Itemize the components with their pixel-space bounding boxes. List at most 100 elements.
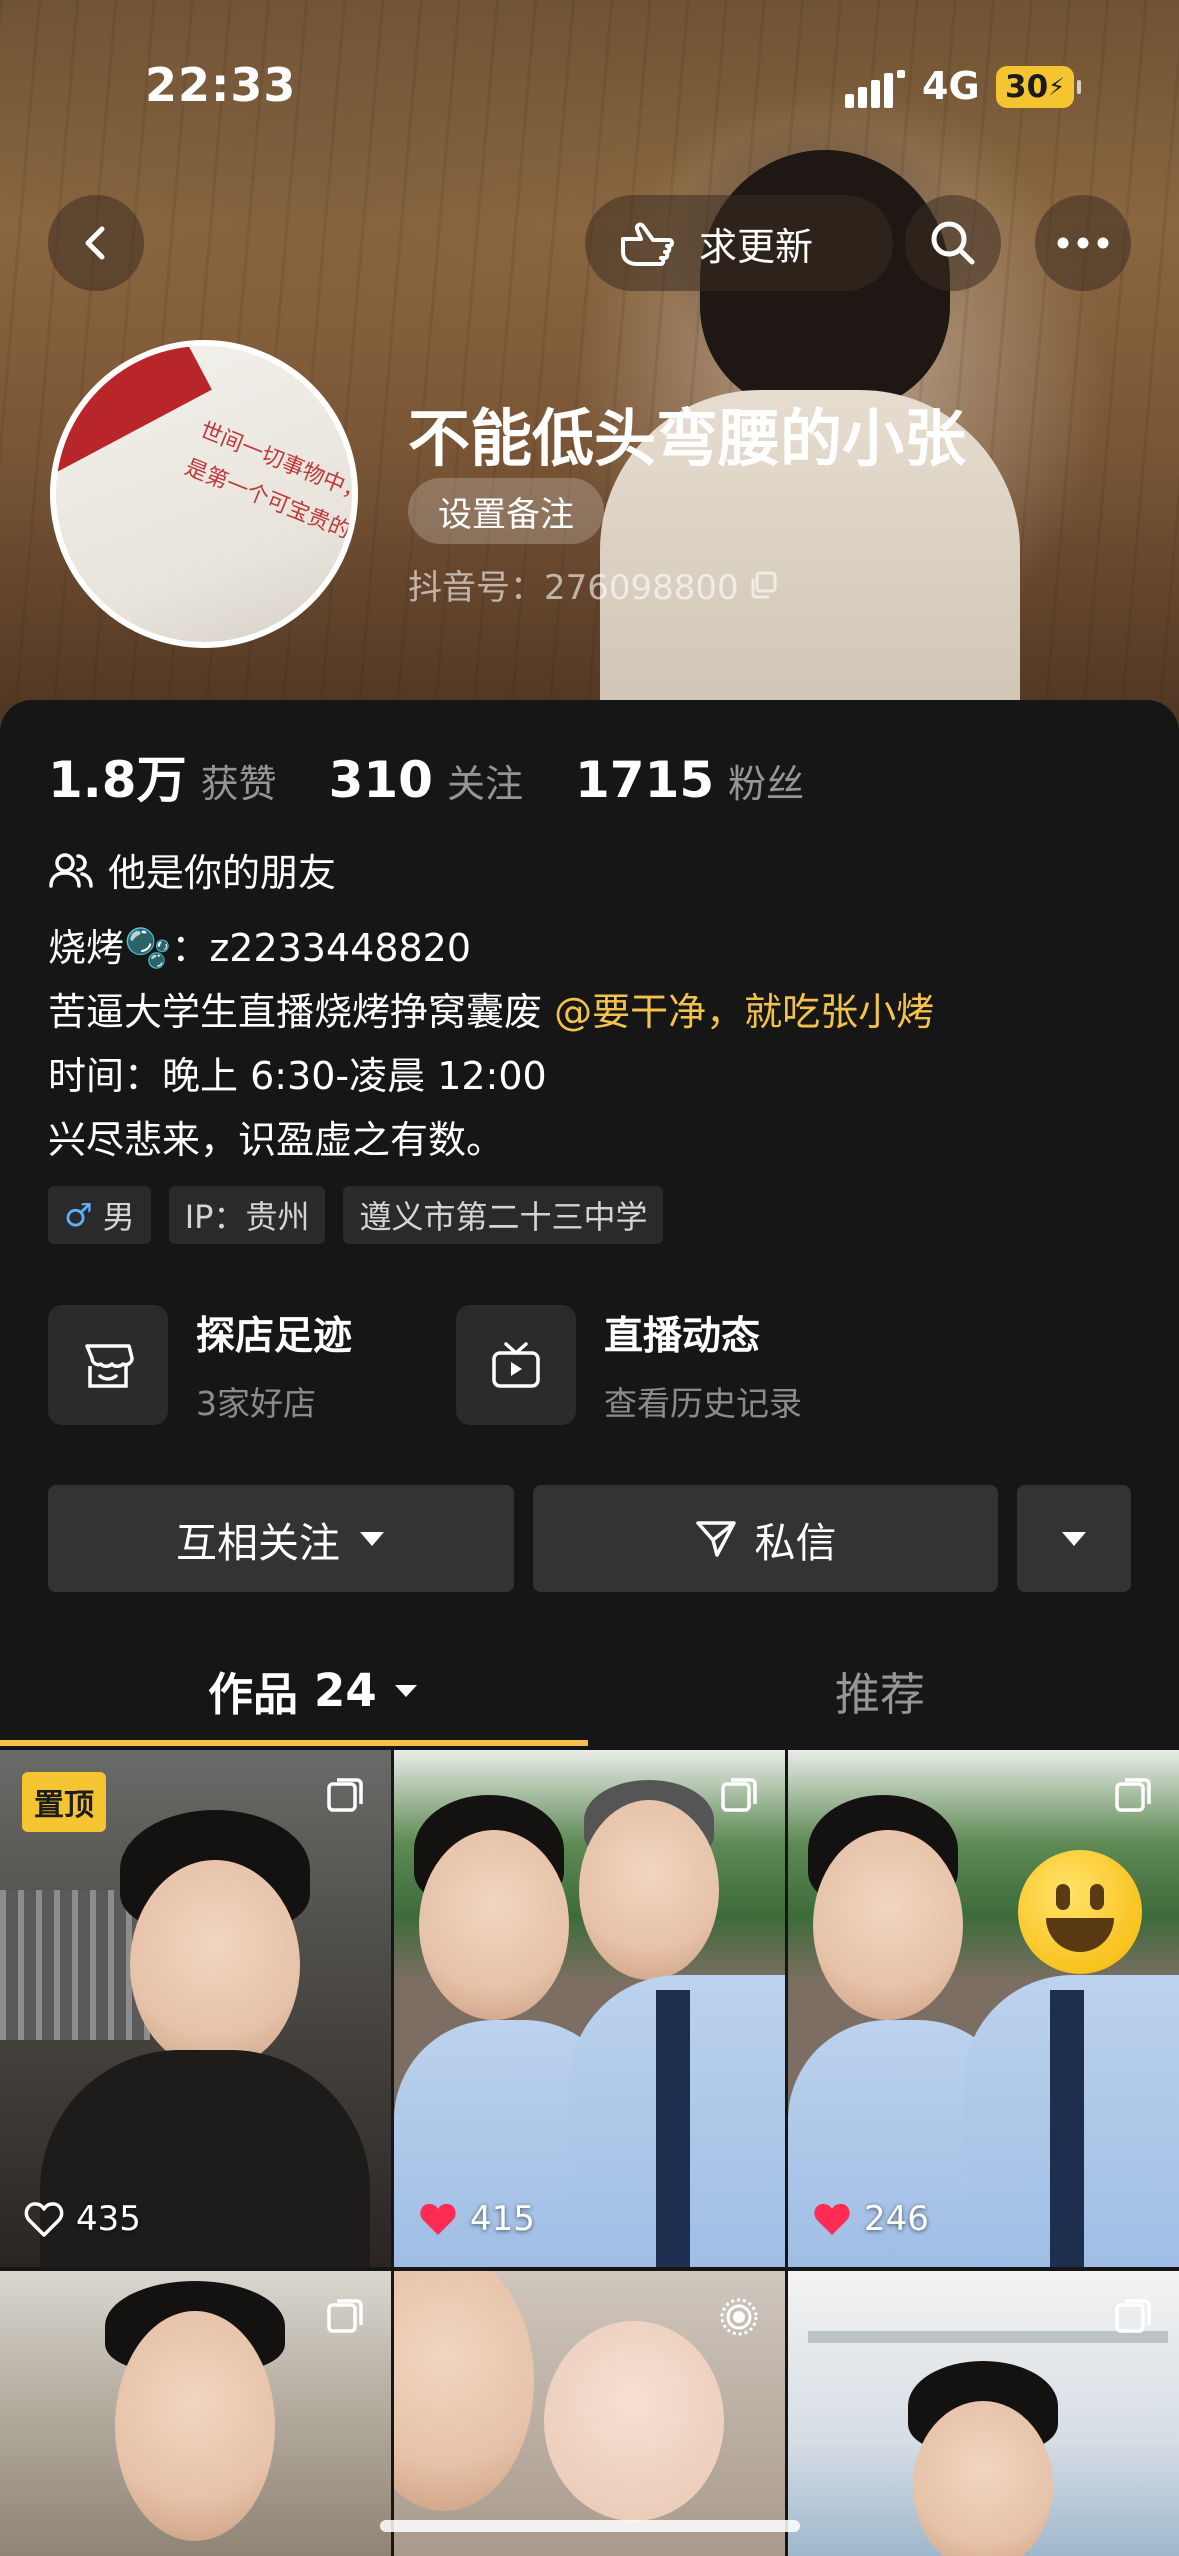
- emoji-eye: [1056, 1884, 1070, 1910]
- multi-image-icon: [721, 1778, 757, 1812]
- video-thumbnail[interactable]: [0, 2271, 391, 2556]
- bio-line: 烧烤🫧：z2233448820: [48, 926, 472, 970]
- thumb-person-face: [579, 1800, 719, 1980]
- multi-image-icon: [327, 1778, 363, 1812]
- friends-icon: [49, 852, 93, 888]
- profile-tags: ♂ 男 IP：贵州 遵义市第二十三中学: [48, 1186, 664, 1244]
- heart-filled-icon: [420, 2203, 456, 2235]
- stats-row: 1.8万 获赞 310 关注 1715 粉丝: [48, 740, 856, 812]
- send-icon: [695, 1520, 736, 1557]
- pinned-badge: 置顶: [22, 1772, 106, 1832]
- ip-tag: IP：贵州: [168, 1186, 326, 1244]
- message-button[interactable]: 私信: [533, 1485, 998, 1592]
- bio-mention-link[interactable]: @要干净，就吃张小烤: [554, 990, 934, 1034]
- gender-tag: ♂ 男: [48, 1186, 151, 1244]
- heart-outline-icon: [24, 2202, 64, 2237]
- video-thumbnail[interactable]: [394, 2271, 785, 2556]
- store-icon: [85, 1344, 134, 1388]
- like-count-text: 415: [470, 2199, 535, 2239]
- stat-followers[interactable]: 1715 粉丝: [575, 751, 804, 809]
- bio: 烧烤🫧：z2233448820 苦逼大学生直播烧烤挣窝囊废 @要干净，就吃张小烤…: [48, 916, 934, 1172]
- bio-text: 苦逼大学生直播烧烤挣窝囊废: [48, 990, 555, 1034]
- quick-link-title: 直播动态: [604, 1314, 761, 1359]
- thumb-tie: [656, 1990, 690, 2267]
- emoji-sticker: [1018, 1850, 1142, 1974]
- emoji-eye: [1090, 1884, 1104, 1910]
- stat-label: 获赞: [200, 762, 277, 806]
- stat-label: 关注: [446, 762, 523, 806]
- bio-line: 兴尽悲来，识盈虚之有数。: [48, 1118, 505, 1162]
- search-icon: [931, 221, 975, 265]
- thumb-person-face: [394, 2271, 534, 2511]
- tab-active-indicator: [0, 1740, 588, 1746]
- mutual-follow-button[interactable]: 互相关注: [48, 1485, 514, 1592]
- content-tabs: 作品 24 推荐: [0, 1640, 1179, 1748]
- like-count: 246: [812, 2199, 929, 2239]
- video-thumbnail[interactable]: [788, 2271, 1179, 2556]
- multi-image-icon: [1115, 1778, 1151, 1812]
- caret-down-icon: [360, 1531, 384, 1546]
- copy-icon: [751, 571, 777, 598]
- live-photo-icon: [720, 2298, 758, 2336]
- quick-link-subtitle: 3家好店: [196, 1384, 316, 1423]
- store-visits-link[interactable]: 探店足迹 3家好店: [48, 1305, 352, 1425]
- douyin-id[interactable]: 抖音号：276098800: [408, 560, 779, 609]
- status-time: 22:33: [145, 58, 297, 112]
- set-remark-button[interactable]: 设置备注: [408, 478, 604, 544]
- more-dots-icon: [1057, 237, 1109, 249]
- avatar[interactable]: 世间一切事物中，人是第一个可宝贵的。: [50, 340, 358, 648]
- male-icon: ♂: [64, 1196, 93, 1234]
- tab-works-label: 作品: [208, 1668, 299, 1721]
- more-button[interactable]: [1035, 195, 1131, 291]
- back-button[interactable]: [48, 195, 144, 291]
- friend-indicator: 他是你的朋友: [48, 842, 336, 897]
- tab-works-count: 24: [314, 1664, 377, 1717]
- friend-text: 他是你的朋友: [108, 851, 337, 895]
- thumb-tie: [1050, 1990, 1084, 2267]
- stat-likes[interactable]: 1.8万 获赞: [48, 740, 277, 812]
- douyin-id-text: 抖音号：276098800: [408, 568, 739, 608]
- tv-icon-box: [456, 1305, 576, 1425]
- follow-label: 互相关注: [176, 1518, 340, 1567]
- thumb-person-face: [813, 1830, 963, 2020]
- caret-down-icon: [394, 1684, 417, 1697]
- video-thumbnail[interactable]: 246: [788, 1750, 1179, 2267]
- avatar-text: 世间一切事物中，人是第一个可宝贵的。: [181, 417, 358, 553]
- quick-link-subtitle: 查看历史记录: [604, 1384, 802, 1423]
- video-thumbnail[interactable]: 415: [394, 1750, 785, 2267]
- multi-image-icon: [327, 2299, 363, 2333]
- quick-link-title: 探店足迹: [196, 1314, 353, 1359]
- battery-indicator: 30 ⚡: [996, 66, 1081, 108]
- search-button[interactable]: [905, 195, 1001, 291]
- emoji-mouth: [1046, 1918, 1114, 1952]
- thumb-person-face: [419, 1830, 569, 2020]
- home-indicator[interactable]: [380, 2520, 800, 2532]
- chevron-left-icon: [85, 226, 105, 260]
- video-thumbnail[interactable]: 置顶 435: [0, 1750, 391, 2267]
- charging-icon: ⚡: [1048, 73, 1065, 101]
- multi-image-icon: [1115, 2299, 1151, 2333]
- stat-number: 1.8万: [48, 751, 187, 809]
- school-tag[interactable]: 遵义市第二十三中学: [343, 1186, 664, 1244]
- tv-play-icon: [492, 1342, 540, 1388]
- thumb-baby-face: [544, 2321, 724, 2521]
- stat-following[interactable]: 310 关注: [329, 751, 523, 809]
- caret-down-icon: [1062, 1531, 1086, 1546]
- live-history-link[interactable]: 直播动态查看历史记录: [456, 1305, 802, 1425]
- request-update-label: 求更新: [699, 224, 814, 269]
- more-actions-button[interactable]: [1017, 1485, 1131, 1592]
- stat-number: 1715: [574, 751, 715, 809]
- gender-text: 男: [102, 1198, 135, 1236]
- like-count-text: 435: [76, 2199, 141, 2239]
- bio-line: 苦逼大学生直播烧烤挣窝囊废 @要干净，就吃张小烤: [48, 980, 934, 1044]
- profile-name: 不能低头弯腰的小张: [408, 402, 967, 475]
- tab-works[interactable]: 作品 24: [208, 1658, 419, 1723]
- stat-number: 310: [328, 751, 433, 809]
- request-update-button[interactable]: 求更新: [585, 195, 893, 291]
- network-type: 4G: [922, 64, 980, 108]
- hand-point-icon: [621, 222, 674, 266]
- bio-line: 时间：晚上 6:30-凌晨 12:00: [48, 1054, 547, 1098]
- like-count: 415: [418, 2199, 535, 2239]
- tab-recommend[interactable]: 推荐: [835, 1658, 925, 1723]
- heart-filled-icon: [814, 2203, 850, 2235]
